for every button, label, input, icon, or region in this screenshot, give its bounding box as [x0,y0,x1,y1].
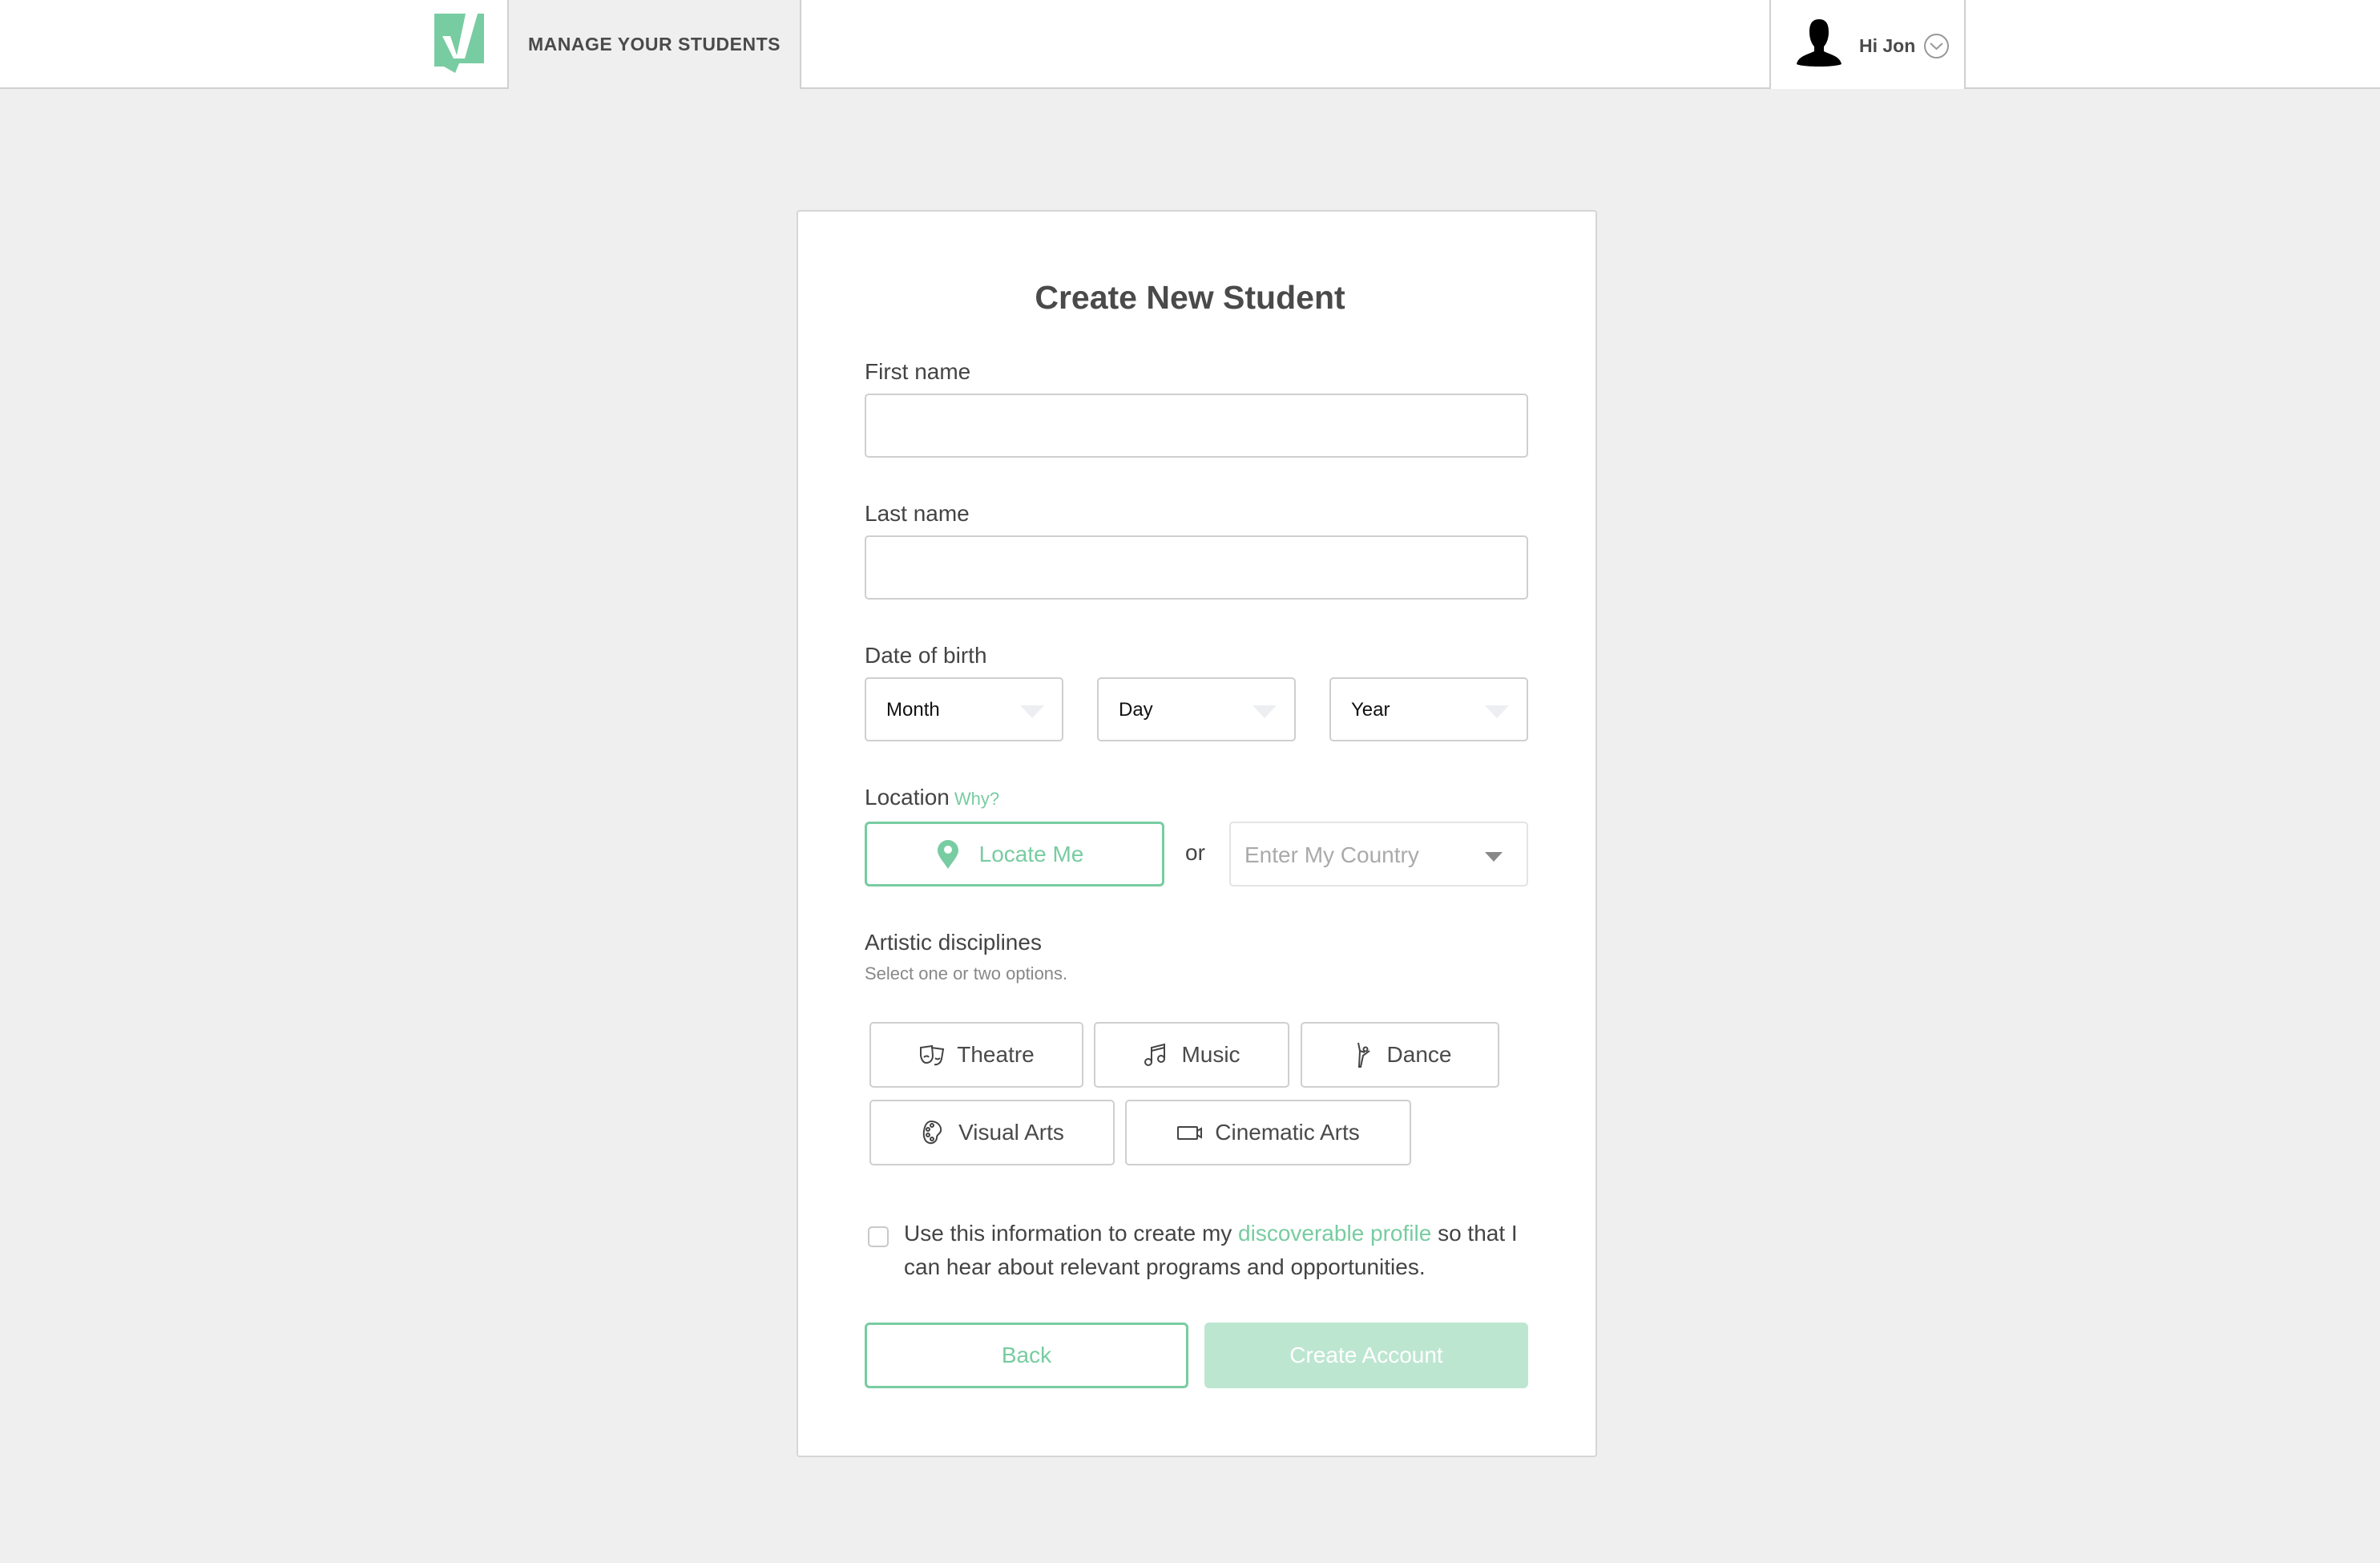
month-select[interactable]: Month [865,677,1063,741]
discipline-label: Music [1181,1042,1240,1067]
discipline-label: Dance [1386,1042,1452,1067]
disciplines-hint: Select one or two options. [865,963,1068,983]
discoverable-profile-checkbox[interactable] [868,1226,889,1247]
dropdown-arrow-icon [1485,705,1509,718]
create-account-button[interactable]: Create Account [1204,1323,1528,1388]
dropdown-arrow-icon [1485,852,1503,862]
video-camera-icon [1177,1126,1203,1140]
palette-icon [922,1120,942,1145]
locate-me-button[interactable]: Locate Me [865,822,1164,887]
disciplines-label: Artistic disciplines [865,930,1042,955]
avatar-icon [1797,19,1841,67]
user-greeting: Hi Jon [1859,35,1916,56]
locate-me-label: Locate Me [978,841,1084,866]
discipline-music[interactable]: Music [1094,1022,1289,1088]
discipline-label: Visual Arts [958,1120,1064,1145]
logo-icon[interactable] [433,14,486,73]
chevron-down-icon[interactable] [1923,33,1950,59]
year-select-value: Year [1351,699,1390,721]
discipline-label: Cinematic Arts [1215,1120,1360,1145]
discipline-dance[interactable]: Dance [1301,1022,1499,1088]
top-header: MANAGE YOUR STUDENTS Hi Jon [0,0,2380,89]
dancer-icon [1357,1042,1370,1068]
back-button[interactable]: Back [865,1323,1188,1388]
location-label: Location [865,785,950,810]
country-select[interactable]: Enter My Country [1229,822,1528,887]
last-name-label: Last name [865,501,970,526]
dob-label: Date of birth [865,643,987,668]
music-note-icon [1144,1043,1166,1066]
first-name-label: First name [865,359,971,384]
create-account-button-label: Create Account [1289,1343,1443,1367]
discipline-cinematic-arts[interactable]: Cinematic Arts [1125,1100,1411,1165]
back-button-label: Back [1001,1343,1052,1367]
discoverable-profile-link[interactable]: discoverable profile [1238,1221,1431,1246]
consent-text: Use this information to create my discov… [904,1217,1545,1284]
discipline-theatre[interactable]: Theatre [869,1022,1083,1088]
or-separator: or [1185,840,1205,865]
dropdown-arrow-icon [1020,705,1044,718]
why-link[interactable]: Why? [954,789,999,809]
day-select[interactable]: Day [1097,677,1296,741]
nav-tab-label: MANAGE YOUR STUDENTS [528,34,781,55]
first-name-input[interactable] [865,394,1528,458]
country-placeholder: Enter My Country [1244,842,1419,867]
map-pin-icon [937,839,958,869]
dropdown-arrow-icon [1253,705,1277,718]
year-select[interactable]: Year [1329,677,1528,741]
last-name-input[interactable] [865,535,1528,600]
month-select-value: Month [886,699,940,721]
consent-text-before: Use this information to create my [904,1221,1239,1246]
theatre-masks-icon [920,1044,945,1066]
day-select-value: Day [1119,699,1153,721]
discipline-label: Theatre [957,1042,1035,1067]
location-label-row: Location Why? [865,785,999,810]
user-menu[interactable]: Hi Jon [1769,0,1966,89]
nav-tab-manage-students[interactable]: MANAGE YOUR STUDENTS [507,0,801,89]
discipline-visual-arts[interactable]: Visual Arts [869,1100,1115,1165]
page-title: Create New Student [1035,279,1345,316]
